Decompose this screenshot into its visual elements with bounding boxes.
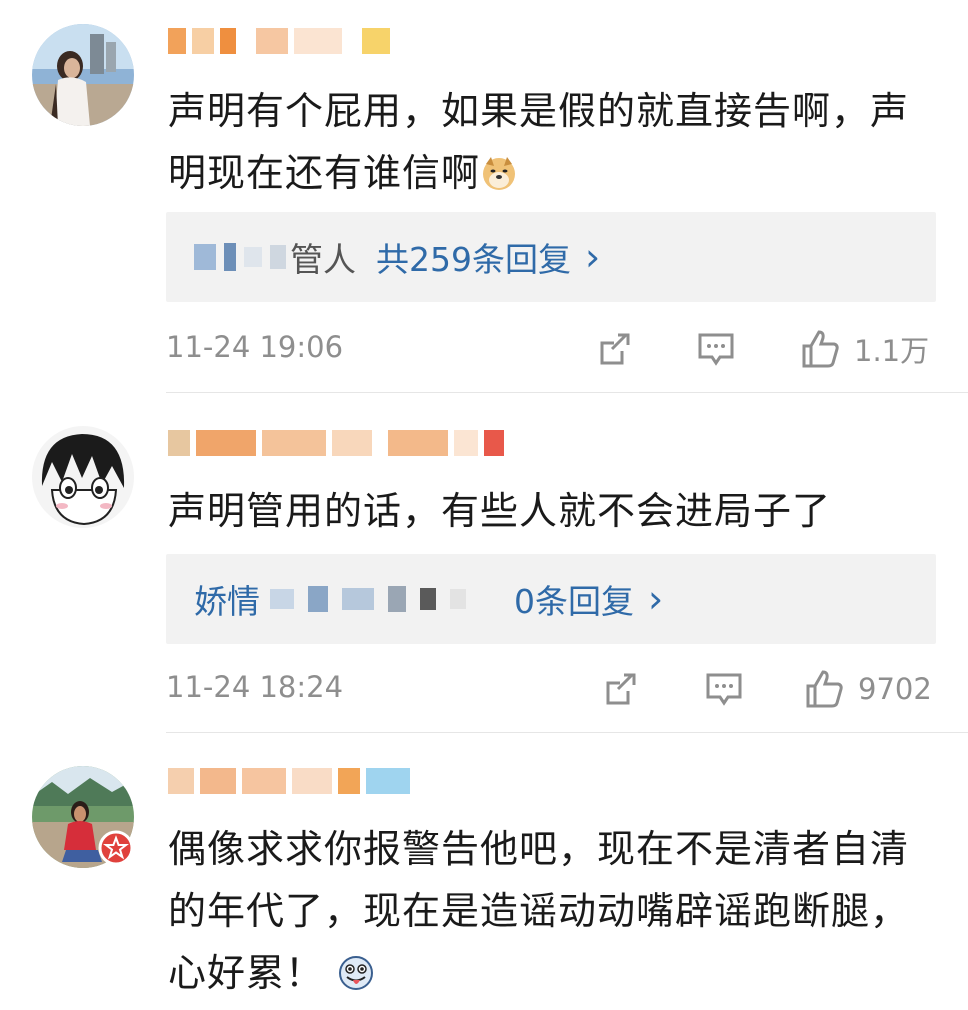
username-obscured[interactable]	[168, 764, 410, 798]
like-button[interactable]: 9702	[804, 664, 932, 714]
share-button[interactable]	[596, 324, 636, 374]
comment-text-line: 的年代了，现在是造谣动动嘴辟谣跑断腿，	[168, 889, 910, 933]
obscured-name-block	[362, 28, 390, 54]
obscured-name-block	[168, 430, 190, 456]
obscured-name-block	[484, 430, 504, 456]
obscured-reply-author	[270, 586, 466, 612]
comment-text-line: 偶像求求你报警告他吧，现在不是清者自清	[168, 827, 910, 871]
reply-preview-line: 娇情 0条回复 ›	[194, 554, 663, 644]
user-avatar[interactable]	[32, 426, 134, 528]
obscured-name-block	[168, 28, 186, 54]
comment-divider	[166, 732, 968, 733]
verified-star-badge-icon	[98, 830, 134, 866]
comment-text-line: 声明有个屁用，如果是假的就直接告啊，声	[168, 89, 910, 133]
obscured-name-block	[220, 28, 236, 54]
obscured-name-block	[256, 28, 288, 54]
comment-text: 声明管用的话，有些人就不会进局子了	[168, 480, 938, 542]
chevron-right-icon: ›	[585, 235, 601, 279]
share-icon	[606, 673, 636, 705]
chevron-right-icon: ›	[648, 577, 664, 621]
obscured-name-block	[200, 768, 236, 794]
obscured-name-block	[454, 430, 478, 456]
obscured-name-block	[338, 768, 360, 794]
obscured-name-block	[388, 430, 448, 456]
obscured-name-block	[192, 28, 214, 54]
reply-author-name: 管人	[290, 240, 356, 279]
obscured-name-block	[262, 430, 326, 456]
like-button[interactable]: 1.1万	[800, 324, 929, 374]
thumbs-up-icon	[806, 670, 843, 708]
comment-time: 11-24 18:24	[166, 670, 344, 704]
share-icon	[600, 333, 630, 365]
comment-icon	[706, 673, 742, 706]
username-obscured[interactable]	[168, 24, 390, 58]
comment-meta-row: 11-24 18:24 9702	[166, 664, 936, 714]
obscured-name-block	[366, 768, 410, 794]
share-button[interactable]	[602, 664, 642, 714]
comment-button[interactable]	[696, 324, 736, 374]
obscured-name-block	[332, 430, 372, 456]
obscured-name-block	[292, 768, 332, 794]
thumbs-up-icon	[802, 330, 839, 368]
reply-preview[interactable]: 管人 共259条回复 ›	[166, 212, 936, 302]
tongue-out-emoji-icon	[337, 948, 375, 990]
obscured-name-block	[242, 768, 286, 794]
comment-time: 11-24 19:06	[166, 330, 344, 364]
comment-text-line: 明现在还有谁信啊	[168, 142, 938, 204]
like-count: 9702	[858, 672, 932, 706]
comment-meta-row: 11-24 19:06 1.1万	[166, 324, 936, 374]
like-count: 1.1万	[854, 334, 930, 368]
comment-divider	[166, 392, 968, 393]
obscured-name-block	[168, 768, 194, 794]
comment-text-line: 心好累！	[168, 942, 938, 1004]
comment-icon	[698, 333, 734, 366]
reply-count-link[interactable]: 共259条回复	[376, 233, 571, 281]
reply-author-name: 娇情	[194, 582, 260, 621]
obscured-name-block	[294, 28, 342, 54]
comment-text: 偶像求求你报警告他吧，现在不是清者自清 的年代了，现在是造谣动动嘴辟谣跑断腿， …	[168, 818, 938, 1004]
comment-button[interactable]	[704, 664, 744, 714]
comment-text: 声明有个屁用，如果是假的就直接告啊，声 明现在还有谁信啊	[168, 80, 938, 204]
reply-preview-line: 管人 共259条回复 ›	[194, 212, 600, 302]
username-obscured[interactable]	[168, 426, 504, 460]
reply-preview[interactable]: 娇情 0条回复 ›	[166, 554, 936, 644]
reply-count-link[interactable]: 0条回复	[514, 575, 634, 623]
comment-text-line: 声明管用的话，有些人就不会进局子了	[168, 489, 832, 533]
user-avatar[interactable]	[32, 24, 134, 126]
obscured-name-block	[196, 430, 256, 456]
obscured-reply-author	[194, 243, 286, 271]
doge-emoji-icon	[480, 148, 518, 190]
